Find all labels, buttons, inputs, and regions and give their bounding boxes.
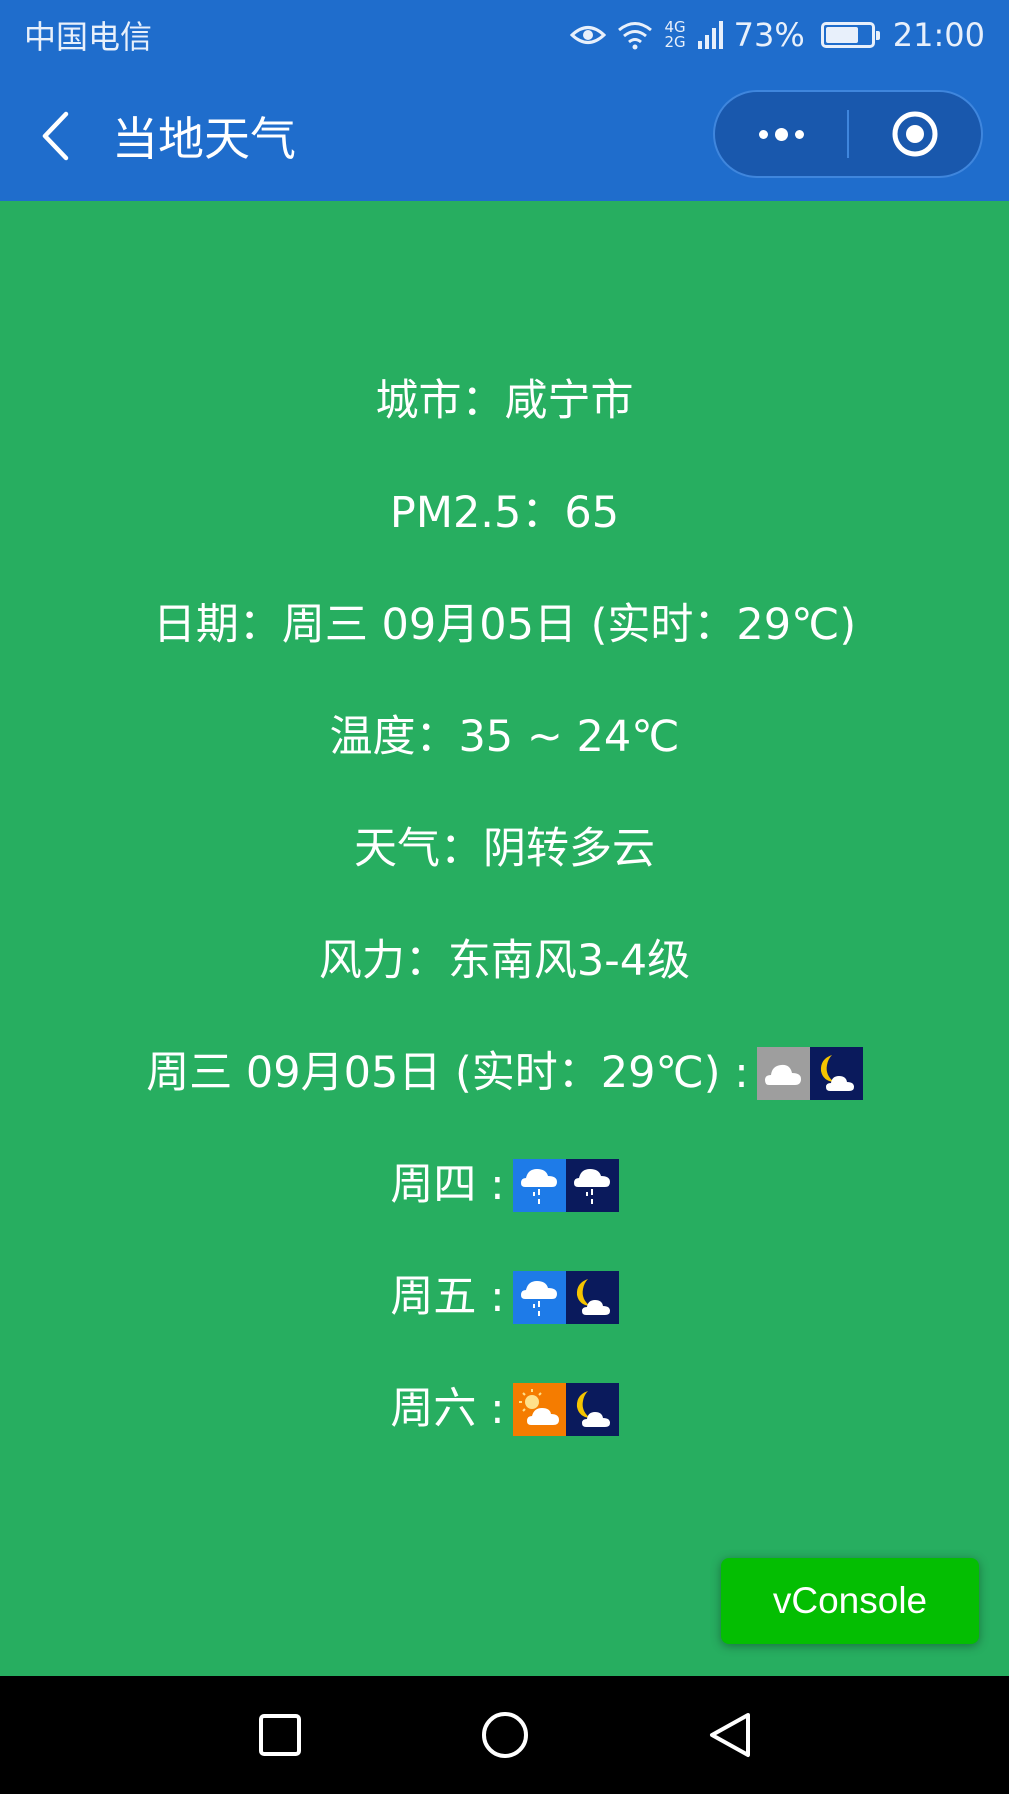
triangle-back-icon bbox=[709, 1713, 750, 1757]
page-title: 当地天气 bbox=[112, 111, 296, 166]
chevron-left-icon bbox=[42, 111, 69, 160]
carrier-label: 中国电信 bbox=[24, 18, 153, 56]
forecast-label: 周三 09月05日 (实时：29℃) : bbox=[146, 1048, 749, 1098]
forecast-row: 周六 : bbox=[0, 1379, 1009, 1439]
weather-line: 天气：阴转多云 bbox=[354, 824, 655, 874]
status-bar: 中国电信 4G 2G 73% 21:00 bbox=[0, 0, 1009, 70]
miniprogram-capsule bbox=[713, 90, 983, 178]
status-icons: 4G 2G 73% 21:00 bbox=[570, 16, 985, 54]
eye-icon bbox=[570, 26, 607, 44]
back-nav-button[interactable] bbox=[617, 1676, 842, 1794]
network-type: 4G 2G bbox=[664, 20, 685, 50]
forecast-label: 周五 : bbox=[390, 1272, 505, 1322]
signal-icon bbox=[697, 21, 723, 49]
city-line: 城市：咸宁市 bbox=[375, 376, 634, 426]
back-button[interactable] bbox=[0, 70, 110, 201]
date-line: 日期：周三 09月05日 (实时：29℃) bbox=[152, 600, 857, 650]
nav-bar: 当地天气 bbox=[0, 70, 1009, 201]
battery-percent: 73% bbox=[733, 16, 805, 54]
cloudy-icon bbox=[756, 1046, 810, 1100]
rain-night-icon bbox=[565, 1158, 619, 1212]
square-icon bbox=[258, 1714, 301, 1756]
forecast-row: 周四 : bbox=[0, 1155, 1009, 1215]
temperature-line: 温度：35 ~ 24℃ bbox=[329, 712, 680, 762]
target-icon bbox=[892, 111, 938, 157]
clock: 21:00 bbox=[892, 16, 985, 54]
forecast-row: 周三 09月05日 (实时：29℃) : bbox=[0, 1043, 1009, 1103]
vconsole-button[interactable]: vConsole bbox=[721, 1558, 979, 1644]
wifi-icon bbox=[618, 22, 653, 50]
moon-cloud-icon bbox=[565, 1270, 619, 1324]
moon-cloud-icon bbox=[809, 1046, 863, 1100]
close-miniprogram-button[interactable] bbox=[849, 92, 981, 176]
forecast-label: 周六 : bbox=[390, 1384, 505, 1434]
wind-line: 风力：东南风3-4级 bbox=[318, 936, 691, 986]
home-button[interactable] bbox=[392, 1676, 617, 1794]
forecast-row: 周五 : bbox=[0, 1267, 1009, 1327]
weather-content: 城市：咸宁市 PM2.5：65 日期：周三 09月05日 (实时：29℃) 温度… bbox=[0, 201, 1009, 1676]
battery-icon bbox=[820, 22, 880, 48]
battery-fill bbox=[825, 27, 858, 43]
rain-icon bbox=[512, 1270, 566, 1324]
more-icon bbox=[758, 127, 804, 141]
moon-cloud-icon bbox=[565, 1382, 619, 1436]
recent-apps-button[interactable] bbox=[167, 1676, 392, 1794]
more-button[interactable] bbox=[715, 92, 847, 176]
system-nav-bar bbox=[0, 1676, 1009, 1794]
circle-icon bbox=[481, 1712, 528, 1758]
rain-icon bbox=[512, 1158, 566, 1212]
sun-cloud-icon bbox=[512, 1382, 566, 1436]
network-type-bottom: 2G bbox=[664, 33, 686, 51]
pm25-line: PM2.5：65 bbox=[389, 488, 620, 538]
forecast-label: 周四 : bbox=[390, 1160, 505, 1210]
